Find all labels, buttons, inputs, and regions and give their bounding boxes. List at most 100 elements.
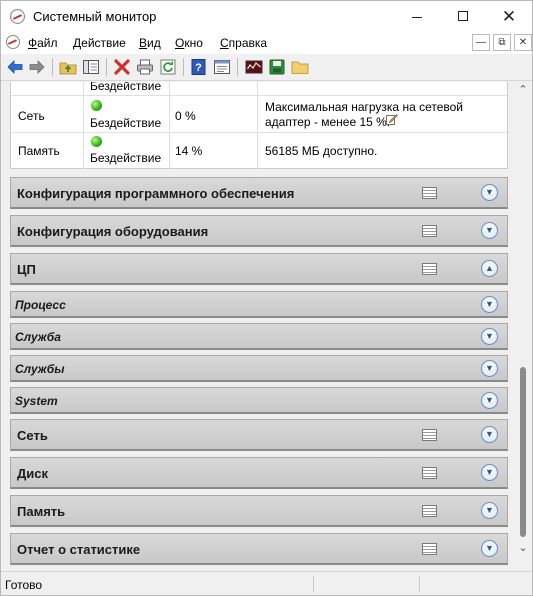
resource-name: Сеть [18,109,45,123]
maximize-icon [458,11,468,22]
svg-text:?: ? [195,62,202,74]
expand-chevron-icon[interactable]: ▼ [481,360,498,377]
resource-status-text: Бездействие [90,151,162,165]
resource-value: 14 % [175,144,203,158]
document-system-menu-icon[interactable] [6,35,20,49]
menu-view[interactable]: Вид [139,36,161,50]
delete-icon[interactable] [113,58,131,76]
section-statistics-report[interactable]: Отчет о статистике ▼ [10,533,508,565]
expand-chevron-icon[interactable]: ▼ [481,392,498,409]
section-title: Отчет о статистике [17,542,141,557]
section-title: Диск [17,466,48,481]
menu-action[interactable]: Действие [73,36,126,50]
section-title: ЦП [17,262,36,277]
maximize-button[interactable] [440,1,486,32]
report-table-icon [422,429,437,441]
menu-view-label: ид [147,36,161,50]
expand-chevron-icon[interactable]: ▼ [481,464,498,481]
expand-chevron-icon[interactable]: ▼ [481,426,498,443]
folder-icon[interactable] [291,58,309,76]
menu-file-label: айл [37,36,58,50]
scroll-down-icon[interactable]: ⌄ [515,540,531,556]
section-disk[interactable]: Диск ▼ [10,457,508,489]
expand-chevron-icon[interactable]: ▼ [481,184,498,201]
section-title: Службы [15,362,65,376]
scrollbar-thumb[interactable] [520,367,526,537]
close-icon: ✕ [501,7,517,26]
scroll-up-icon[interactable]: ⌃ [515,82,531,98]
back-arrow-icon[interactable] [6,58,24,76]
document-minimize-button[interactable]: — [472,34,490,51]
document-close-button[interactable]: ✕ [514,34,532,51]
properties-icon[interactable] [213,58,231,76]
window-title: Системный монитор [33,9,157,24]
menu-help[interactable]: Справка [220,36,267,50]
resource-description-line: 56185 МБ доступно. [265,144,378,158]
expand-chevron-icon[interactable]: ▼ [481,540,498,557]
menu-window[interactable]: Окно [175,36,203,50]
minimize-button[interactable] [394,1,440,32]
menu-window-accel: О [175,36,185,50]
system-monitor-app-icon[interactable] [10,9,25,24]
menu-bar: Файл Действие Вид Окно Справка — ⧉ ✕ [1,32,532,54]
toolbar-separator [237,58,238,76]
menu-file[interactable]: Файл [28,36,58,50]
section-system[interactable]: System ▼ [10,387,508,414]
section-service[interactable]: Служба ▼ [10,323,508,350]
resource-value: 0 % [175,109,196,123]
section-software-configuration[interactable]: Конфигурация программного обеспечения ▼ [10,177,508,209]
section-title: Конфигурация оборудования [17,224,209,239]
section-title: Сеть [17,428,48,443]
app-window: Системный монитор ✕ Файл Действие Вид Ок… [0,0,533,596]
status-ok-icon [91,136,102,147]
menu-view-accel: В [139,36,148,50]
section-title: Память [17,504,66,519]
toolbar: ? [1,54,532,81]
toolbar-separator [183,58,184,76]
report-content-area[interactable]: Бездействие Сеть Бездействие 0 % Максима… [4,82,515,569]
section-cpu[interactable]: ЦП ▲ [10,253,508,285]
resource-status-text: Бездействие [90,116,162,130]
collapse-chevron-icon[interactable]: ▲ [481,260,498,277]
menu-action-accel: Д [73,36,82,50]
edit-note-icon [386,114,398,125]
section-network[interactable]: Сеть ▼ [10,419,508,451]
up-folder-icon[interactable] [59,58,77,76]
show-hide-tree-icon[interactable] [82,58,100,76]
report-table-icon [422,263,437,275]
toolbar-separator [52,58,53,76]
status-ok-icon [91,100,102,111]
menu-help-label: правка [228,36,268,50]
section-title: Конфигурация программного обеспечения [17,186,295,201]
expand-chevron-icon[interactable]: ▼ [481,502,498,519]
print-icon[interactable] [136,58,154,76]
document-restore-button[interactable]: ⧉ [493,34,511,51]
menu-file-accel: Ф [28,36,38,50]
expand-chevron-icon[interactable]: ▼ [481,222,498,239]
title-bar[interactable]: Системный монитор ✕ [1,1,532,32]
expand-chevron-icon[interactable]: ▼ [481,328,498,345]
save-icon[interactable] [268,58,286,76]
resource-overview-table: Бездействие Сеть Бездействие 0 % Максима… [10,82,508,169]
section-memory[interactable]: Память ▼ [10,495,508,527]
table-row: Сеть Бездействие 0 % Максимальная нагруз… [11,96,507,133]
menu-action-label: ействие [81,36,126,50]
resource-description-line: Максимальная нагрузка на сетевой [265,100,464,114]
close-button[interactable]: ✕ [486,1,532,32]
section-process[interactable]: Процесс ▼ [10,291,508,318]
help-icon[interactable]: ? [190,58,208,76]
refresh-icon[interactable] [159,58,177,76]
report-table-icon [422,505,437,517]
report-icon[interactable] [245,58,263,76]
section-hardware-configuration[interactable]: Конфигурация оборудования ▼ [10,215,508,247]
status-text: Готово [5,578,43,592]
forward-arrow-icon[interactable] [28,58,46,76]
expand-chevron-icon[interactable]: ▼ [481,296,498,313]
resource-status-text: Бездействие [90,82,162,93]
section-services[interactable]: Службы ▼ [10,355,508,382]
menu-help-accel: С [220,36,229,50]
menu-window-label: кно [184,36,203,50]
status-bar: Готово [1,571,532,595]
vertical-scrollbar[interactable]: ⌃ ⌄ [515,82,531,569]
section-title: Процесс [15,298,66,312]
